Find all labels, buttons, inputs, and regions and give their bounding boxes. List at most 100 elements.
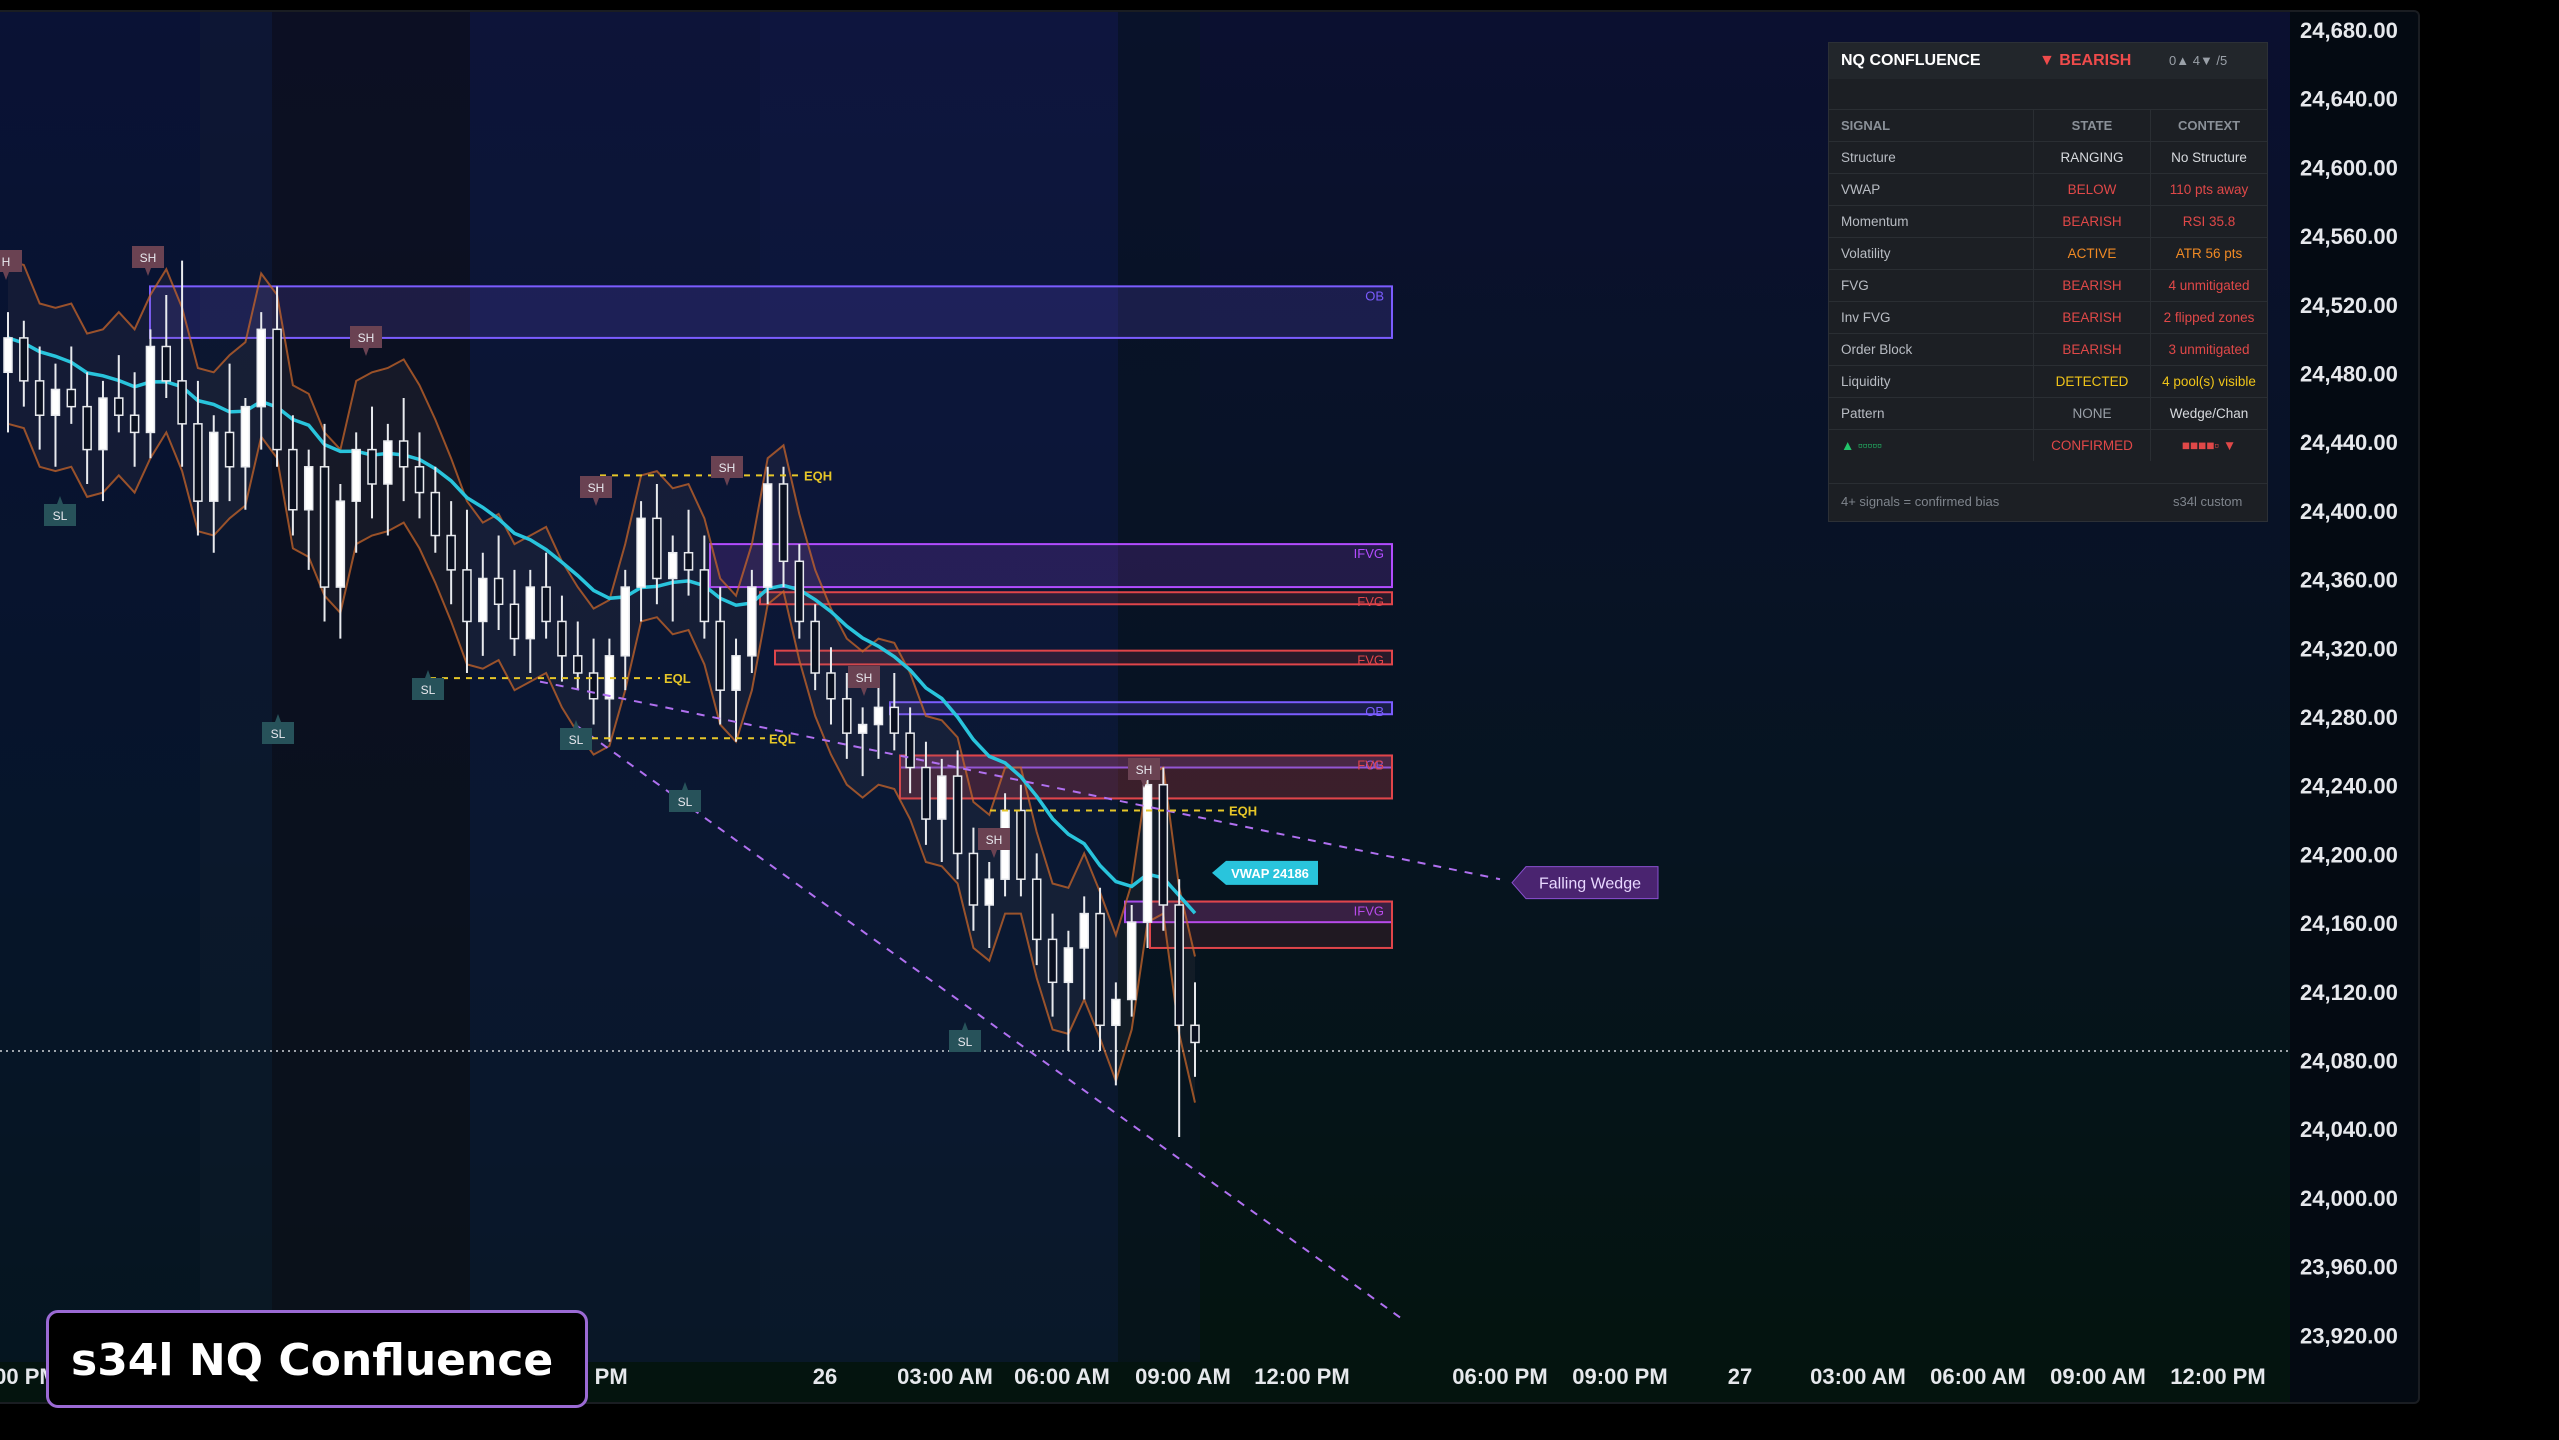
signal-state: RANGING [2033,141,2151,174]
candle-body [177,380,187,425]
footer-note: 4+ signals = confirmed bias [1841,494,2000,509]
candle-body [1095,912,1105,1027]
candle-body [778,483,789,563]
candle-body [161,345,172,382]
candle-body [937,775,947,820]
candle-body [129,414,140,434]
signal-context: Wedge/Chan [2150,397,2267,430]
signal-signal: Liquidity [1829,365,2034,398]
candle-body [82,405,92,451]
candle-body [145,345,156,434]
candle-body [430,491,441,537]
bias-badge: ▼ BEARISH [2039,52,2132,69]
price-tick-label: 24,200.00 [2300,842,2398,867]
candle-body [335,500,346,588]
candle-body [683,551,694,571]
panel-title: NQ CONFLUENCE [1841,52,1981,69]
time-tick-label: 06:00 AM [1930,1364,2026,1389]
candle-body [256,328,266,408]
price-tick-label: 24,520.00 [2300,293,2398,318]
signal-signal: Structure [1829,141,2034,174]
signal-row: Structure RANGING No Structure [1829,141,2267,174]
signal-signal: Momentum [1829,205,2034,238]
signal-signal: Inv FVG [1829,301,2034,334]
marker-label: SL [569,733,584,747]
zone-label: IFVG [1354,546,1384,561]
time-tick-label: 03:00 AM [1810,1364,1906,1389]
marker-label: SH [358,331,375,345]
signal-state: BEARISH [2033,205,2151,238]
candle-body [984,878,995,906]
pattern-tag-label: Falling Wedge [1539,876,1641,893]
candle-body [889,706,900,734]
zone-box [889,701,1393,716]
marker-label: SH [140,251,157,265]
signal-row: Pattern NONE Wedge/Chan [1829,397,2267,430]
candle-body [193,423,203,502]
candle-body [857,723,868,734]
price-tick-label: 24,360.00 [2300,568,2398,593]
candle-body [921,766,931,820]
indicator-title-badge: s34l NQ Confluence [46,1310,588,1408]
signal-table: SIGNAL STATE CONTEXT Structure RANGING No … [1829,109,2267,461]
price-tick-label: 24,400.00 [2300,499,2398,524]
signal-context: 110 pts away [2150,173,2267,206]
candle-body [303,466,314,511]
candle-body [446,534,456,571]
marker-label: H [2,255,11,269]
candle-body [1158,783,1169,906]
candle-body [272,328,282,451]
candle-body [288,448,298,511]
candle-body [398,440,409,468]
zone-label: OB [1365,288,1384,303]
candle-body [3,337,13,374]
marker-label: SH [1136,763,1153,777]
signal-row: Order Block BEARISH 3 unmitigated [1829,333,2267,366]
time-tick-label: 03:00 AM [897,1364,993,1389]
marker-label: SH [986,833,1003,847]
signal-context: 3 unmitigated [2150,333,2267,366]
signal-context: 4 unmitigated [2150,269,2267,302]
signal-context: 2 flipped zones [2150,301,2267,334]
footer-credit: s34l custom [2173,494,2243,509]
price-tick-label: 24,440.00 [2300,430,2398,455]
zone-box [149,285,1393,339]
candle-body [525,586,536,640]
time-tick-label: 27 [1728,1364,1752,1389]
candle-body [1142,783,1153,923]
signal-signal: FVG [1829,269,2034,302]
marker-label: SH [856,671,873,685]
zone-label: OB [1365,704,1384,719]
header-state: STATE [2033,109,2151,142]
price-tick-label: 24,560.00 [2300,224,2398,249]
marker-label: SL [958,1035,973,1049]
candle-body [414,466,425,494]
signal-state: ACTIVE [2033,237,2151,270]
marker-label: SL [421,683,436,697]
signal-row: FVG BEARISH 4 unmitigated [1829,269,2267,302]
candle-body [493,577,504,606]
candle-body [573,655,583,674]
equal-level-label: EQH [804,468,832,483]
signal-context: 4 pool(s) visible [2150,365,2267,398]
candle-body [1190,1024,1200,1044]
candle-body [367,448,377,485]
candle-body [478,577,488,623]
candle-body [1031,878,1042,941]
session-shading [200,12,272,1362]
time-tick-label: 09:00 AM [2050,1364,2146,1389]
candle-body [699,569,710,623]
candle-body [114,397,124,416]
session-shading [1118,12,1200,1362]
signal-context: ATR 56 pts [2150,237,2267,270]
candle-body [224,431,235,468]
confirm-bull-meter: ▲ ▫▫▫▫▫ [1829,429,2034,461]
session-shading [0,12,200,1362]
candle-body [667,551,678,580]
time-tick-label: 09:00 PM [1572,1364,1667,1389]
candle-body [810,620,820,674]
candle-body [1079,912,1089,949]
candle-body [19,337,29,382]
candle-body [842,698,852,734]
signal-counts: 0▲ 4▼ /5 [2169,53,2228,68]
